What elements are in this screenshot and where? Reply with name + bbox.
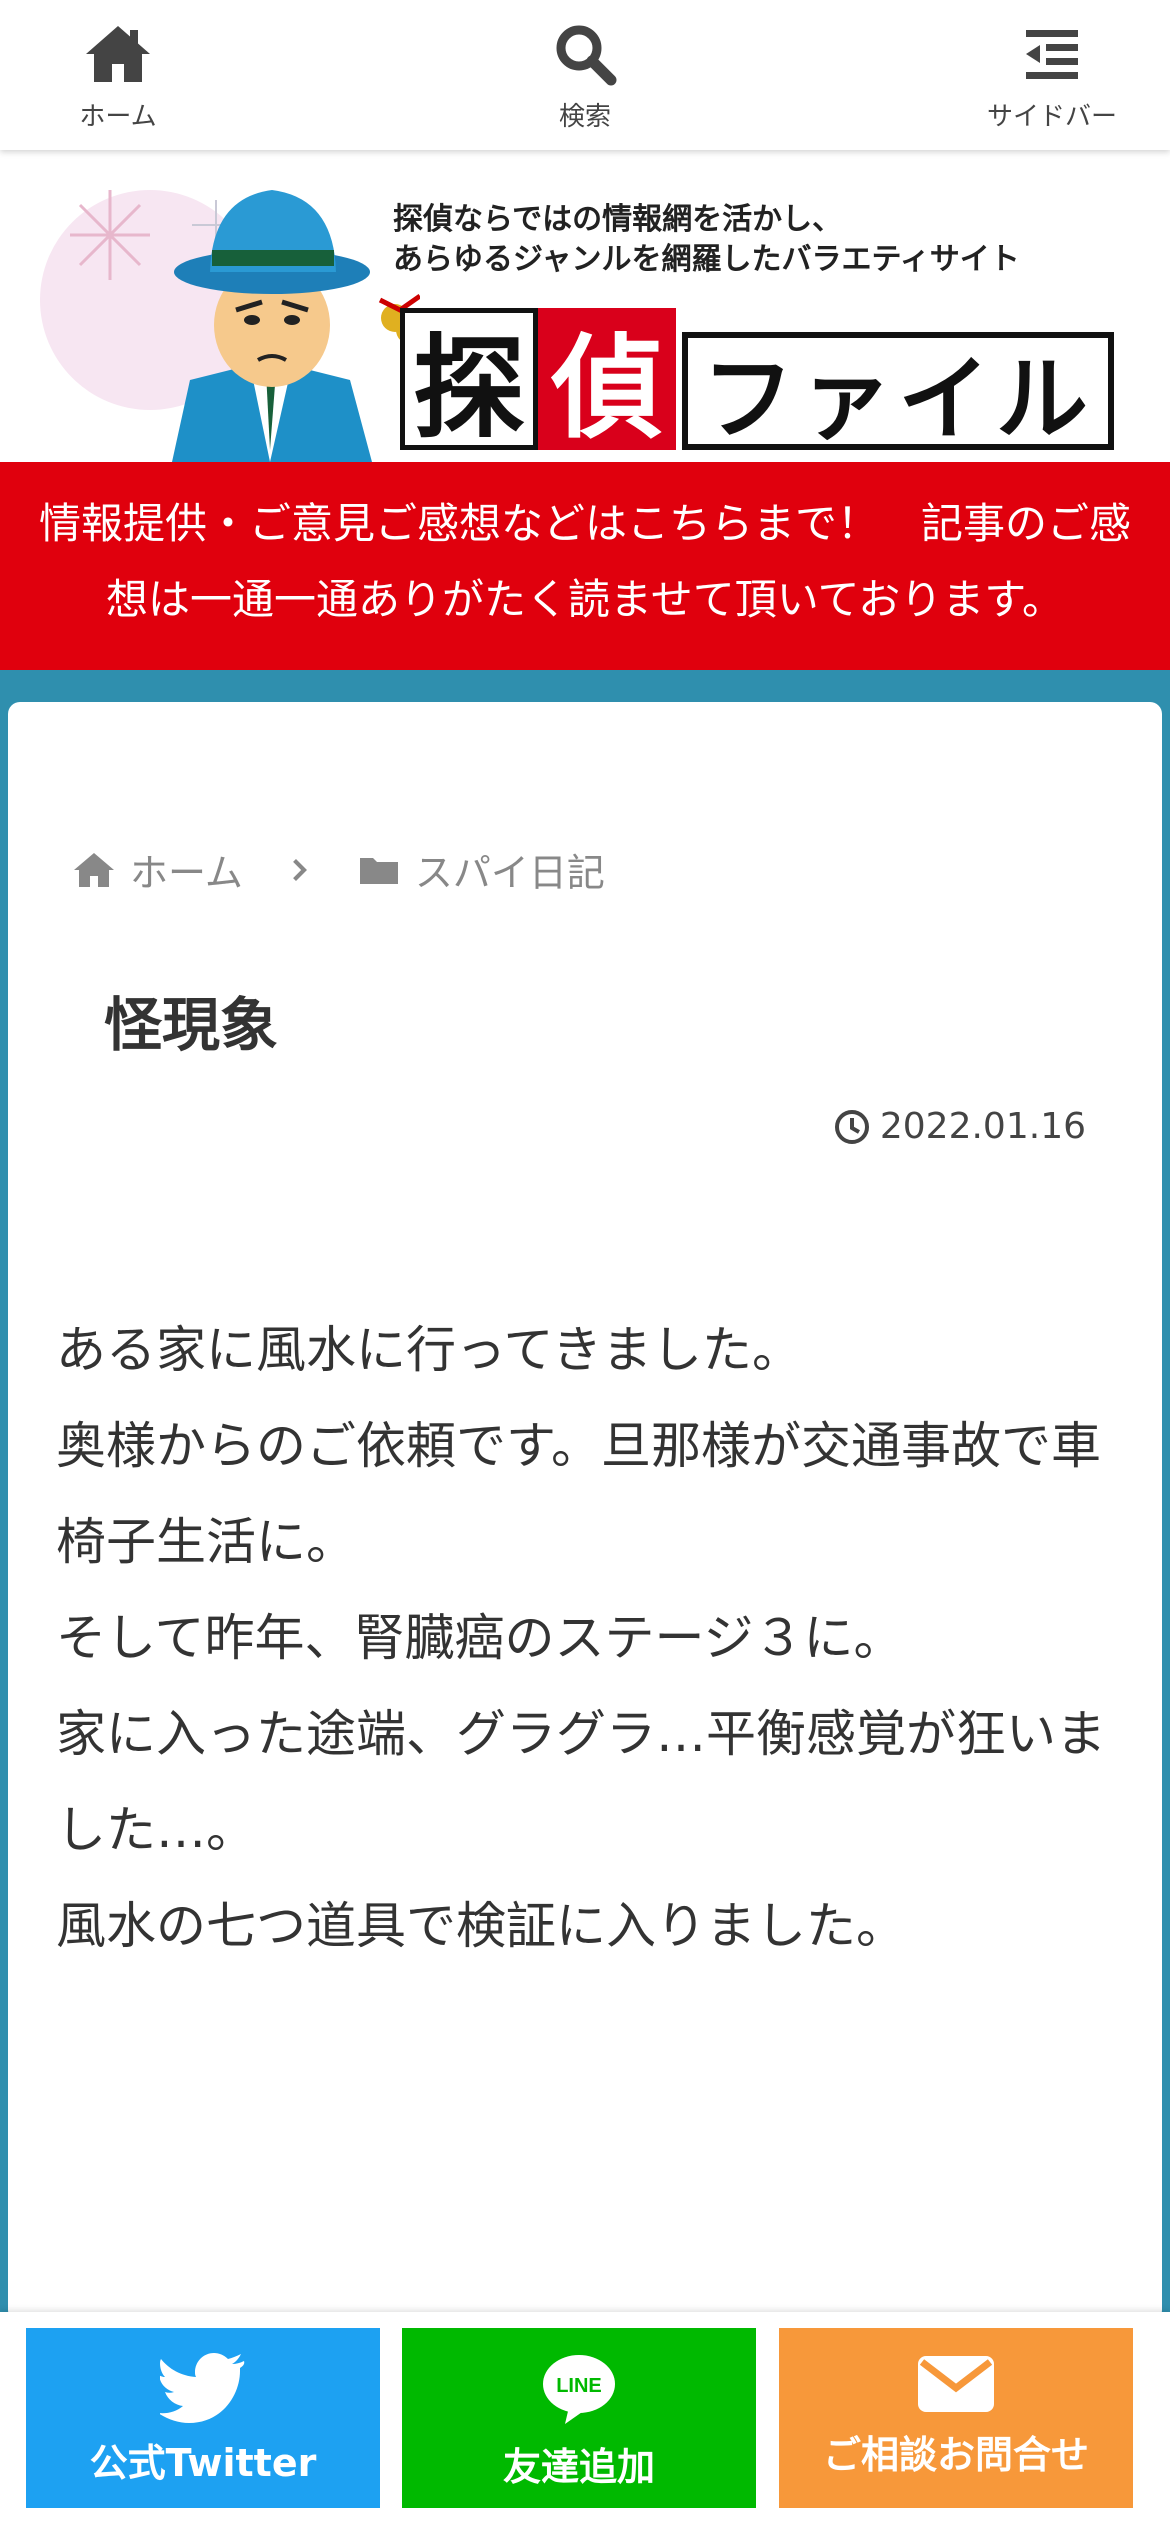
article-body: ある家に風水に行ってきました。 奥様からのご依頼です。旦那様が交通事故で車椅子生… [56,1302,1116,1974]
folder-icon [359,857,398,884]
nav-search-label: 検索 [558,102,611,132]
sidebar-menu-icon [1026,30,1078,79]
search-icon [556,25,617,86]
twitter-bird-icon [160,2353,245,2423]
logo-char-1: 探 [400,308,538,454]
clock-icon [834,1109,869,1144]
detective-mascot-illustration [40,190,420,462]
home-icon [74,852,114,887]
envelope-icon [918,2356,994,2412]
site-header-banner[interactable]: 探偵ならではの情報網を活かし、 あらゆるジャンルを網羅したバラエティサイト 探 … [0,150,1170,462]
twitter-button[interactable]: 公式Twitter [26,2328,380,2508]
line-add-friend-button[interactable]: LINE 友達追加 [402,2328,756,2508]
site-logo: 探 偵 ファイル [400,290,1114,454]
breadcrumb-category-link[interactable]: スパイ日記 [415,842,605,897]
article-paragraph: 風水の七つ道具で検証に入りました。 [56,1897,906,1955]
post-date: 2022.01.16 [832,1106,1086,1147]
breadcrumb: ホーム スパイ日記 [72,842,605,897]
twitter-button-label: 公式Twitter [89,2441,317,2485]
nav-home-label: ホーム [79,102,157,132]
line-button-label: 友達追加 [502,2445,655,2489]
article-paragraph: 家に入った途端、グラグラ…平衡感覚が狂いました…。 [56,1705,1106,1859]
top-nav: ホーム 検索 サイドバー [0,0,1170,150]
post-title: 怪現象 [104,991,279,1059]
article-paragraph: ある家に風水に行ってきました。 [56,1321,802,1379]
tagline-line-1: 探偵ならではの情報網を活かし、 [393,202,843,237]
nav-home-button[interactable]: ホーム [38,0,198,133]
nav-sidebar-button[interactable]: サイドバー [972,0,1132,133]
line-icon: LINE [543,2355,615,2424]
notice-text: 情報提供・ご意見ご感想などはこちらまで！ 記事のご感想は一通一通ありがたく読ませ… [38,499,1131,624]
contact-notice-banner[interactable]: 情報提供・ご意見ご感想などはこちらまで！ 記事のご感想は一通一通ありがたく読ませ… [0,462,1170,670]
home-icon [86,26,150,82]
tagline-line-2: あらゆるジャンルを網羅したバラエティサイト [393,242,1020,277]
logo-kana: ファイル [682,332,1114,453]
contact-mail-button[interactable]: ご相談お問合せ [779,2328,1133,2508]
logo-char-2: 偵 [538,308,676,454]
mail-button-label: ご相談お問合せ [822,2433,1089,2477]
nav-sidebar-label: サイドバー [986,102,1117,132]
line-icon-text: LINE [556,2375,602,2397]
nav-search-button[interactable]: 検索 [505,0,665,133]
post-date-text: 2022.01.16 [879,1106,1086,1147]
article-paragraph: そして昨年、腎臓癌のステージ３に。 [56,1609,904,1667]
article-paragraph: 奥様からのご依頼です。旦那様が交通事故で車椅子生活に。 [56,1417,1101,1571]
chevron-right-icon [292,858,307,881]
bottom-action-bar: 公式Twitter LINE 友達追加 ご相談お問合せ [0,2312,1170,2532]
breadcrumb-home-link[interactable]: ホーム [130,842,243,897]
